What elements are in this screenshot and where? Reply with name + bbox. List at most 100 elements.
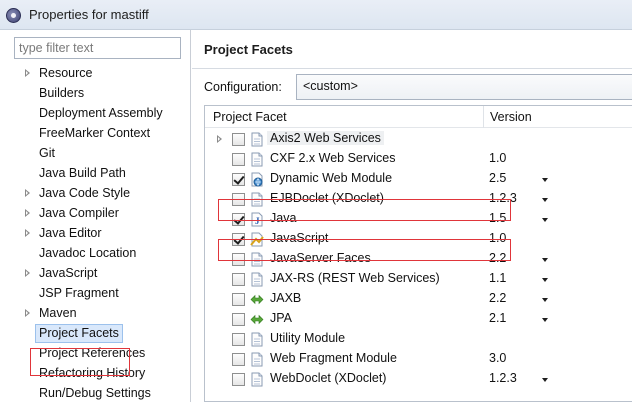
facet-name: JavaScript [270,231,329,245]
facet-name: Utility Module [270,331,346,345]
expand-arrow-icon[interactable] [25,229,30,237]
facet-version[interactable]: 2.2 [489,291,506,305]
sidebar-item-project-facets[interactable]: Project Facets [0,323,191,343]
facet-checkbox[interactable] [232,233,245,246]
version-dropdown-icon[interactable] [542,318,548,322]
facet-row-jaxb[interactable]: JAXB 2.2 [205,289,632,309]
sidebar-item-git[interactable]: Git [0,143,191,163]
sidebar-item-java-build-path[interactable]: Java Build Path [0,163,191,183]
sidebar-item-label: Java Compiler [39,206,119,220]
sidebar-item-jsp-fragment[interactable]: JSP Fragment [0,283,191,303]
facet-version[interactable]: 2.2 [489,251,506,265]
java-file-icon: J [250,212,264,227]
facet-checkbox[interactable] [232,193,245,206]
sidebar-item-maven[interactable]: Maven [0,303,191,323]
expand-arrow-icon[interactable] [25,309,30,317]
sidebar-item-javadoc-location[interactable]: Javadoc Location [0,243,191,263]
version-dropdown-icon[interactable] [542,178,548,182]
facet-checkbox[interactable] [232,153,245,166]
facet-checkbox[interactable] [232,253,245,266]
facet-row-java[interactable]: J Java 1.5 [205,209,632,229]
facet-version[interactable]: 1.2.3 [489,191,517,205]
sidebar-item-builders[interactable]: Builders [0,83,191,103]
facet-version[interactable]: 1.5 [489,211,506,225]
facet-checkbox[interactable] [232,133,245,146]
facet-version[interactable]: 1.0 [489,231,506,245]
facet-row-webdoclet-xdoclet[interactable]: WebDoclet (XDoclet) 1.2.3 [205,369,632,389]
facet-name: JavaServer Faces [270,251,371,265]
facet-version[interactable]: 1.0 [489,151,506,165]
column-header-version[interactable]: Version [490,110,532,124]
sidebar-item-label: Refactoring History [39,366,146,380]
sidebar-item-project-references[interactable]: Project References [0,343,191,363]
facets-table: Project Facet Version Axis2 Web Services… [204,105,632,402]
sidebar-item-resource[interactable]: Resource [0,63,191,83]
facet-name: WebDoclet (XDoclet) [270,371,387,385]
facet-version[interactable]: 1.2.3 [489,371,517,385]
facet-checkbox[interactable] [232,313,245,326]
facet-checkbox[interactable] [232,293,245,306]
version-dropdown-icon[interactable] [542,378,548,382]
svg-text:J: J [255,216,260,226]
page-title: Project Facets [204,42,293,57]
page-icon [250,132,264,147]
sidebar-item-label: Project Facets [35,324,123,343]
facet-row-utility-module[interactable]: Utility Module [205,329,632,349]
expand-arrow-icon[interactable] [25,209,30,217]
facet-checkbox[interactable] [232,213,245,226]
sidebar-item-label: Javadoc Location [39,246,137,260]
property-page-list: Resource Builders Deployment Assembly FreeM… [0,63,191,402]
configuration-label: Configuration: [204,80,282,94]
facet-version[interactable]: 1.1 [489,271,506,285]
version-dropdown-icon[interactable] [542,218,548,222]
facet-row-axis2-web-services[interactable]: Axis2 Web Services [205,129,632,149]
facet-checkbox[interactable] [232,273,245,286]
column-header-facet[interactable]: Project Facet [213,110,287,124]
sidebar-item-java-code-style[interactable]: Java Code Style [0,183,191,203]
sidebar-item-run-debug-settings[interactable]: Run/Debug Settings [0,383,191,402]
facet-row-web-fragment-module[interactable]: Web Fragment Module 3.0 [205,349,632,369]
facet-row-cxf-2-x-web-services[interactable]: CXF 2.x Web Services 1.0 [205,149,632,169]
eclipse-app-icon [6,8,21,23]
sidebar-item-refactoring-history[interactable]: Refactoring History [0,363,191,383]
facet-name: Dynamic Web Module [270,171,393,185]
expand-arrow-icon[interactable] [25,69,30,77]
facet-row-javaserver-faces[interactable]: JavaServer Faces 2.2 [205,249,632,269]
facet-version[interactable]: 3.0 [489,351,506,365]
version-dropdown-icon[interactable] [542,278,548,282]
sidebar-item-label: Maven [39,306,77,320]
facet-checkbox[interactable] [232,333,245,346]
facet-checkbox[interactable] [232,373,245,386]
sidebar-item-javascript[interactable]: JavaScript [0,263,191,283]
sidebar-item-java-compiler[interactable]: Java Compiler [0,203,191,223]
sidebar-item-freemarker-context[interactable]: FreeMarker Context [0,123,191,143]
facet-row-jax-rs-rest-web-services[interactable]: JAX-RS (REST Web Services) 1.1 [205,269,632,289]
sidebar-item-label: Deployment Assembly [39,106,163,120]
sidebar-item-label: JavaScript [39,266,98,280]
expand-arrow-icon[interactable] [25,189,30,197]
page-icon [250,152,264,167]
expand-arrow-icon[interactable] [217,135,222,143]
expand-arrow-icon[interactable] [25,269,30,277]
properties-sidebar: Resource Builders Deployment Assembly FreeM… [0,30,191,402]
sidebar-item-deployment-assembly[interactable]: Deployment Assembly [0,103,191,123]
facet-checkbox[interactable] [232,353,245,366]
facet-version[interactable]: 2.5 [489,171,506,185]
facet-checkbox[interactable] [232,173,245,186]
facet-name: CXF 2.x Web Services [270,151,396,165]
sidebar-item-java-editor[interactable]: Java Editor [0,223,191,243]
version-dropdown-icon[interactable] [542,198,548,202]
facet-name: JAXB [270,291,302,305]
filter-input[interactable] [14,37,181,59]
sidebar-item-label: Run/Debug Settings [39,386,151,400]
facet-row-dynamic-web-module[interactable]: Dynamic Web Module 2.5 [205,169,632,189]
javascript-icon [250,232,264,247]
version-dropdown-icon[interactable] [542,298,548,302]
facet-version[interactable]: 2.1 [489,311,506,325]
configuration-select[interactable]: <custom> [296,74,632,100]
facet-row-javascript[interactable]: JavaScript 1.0 [205,229,632,249]
facet-row-jpa[interactable]: JPA 2.1 [205,309,632,329]
version-dropdown-icon[interactable] [542,258,548,262]
facet-row-ejbdoclet-xdoclet[interactable]: EJBDoclet (XDoclet) 1.2.3 [205,189,632,209]
sidebar-item-label: Resource [39,66,93,80]
